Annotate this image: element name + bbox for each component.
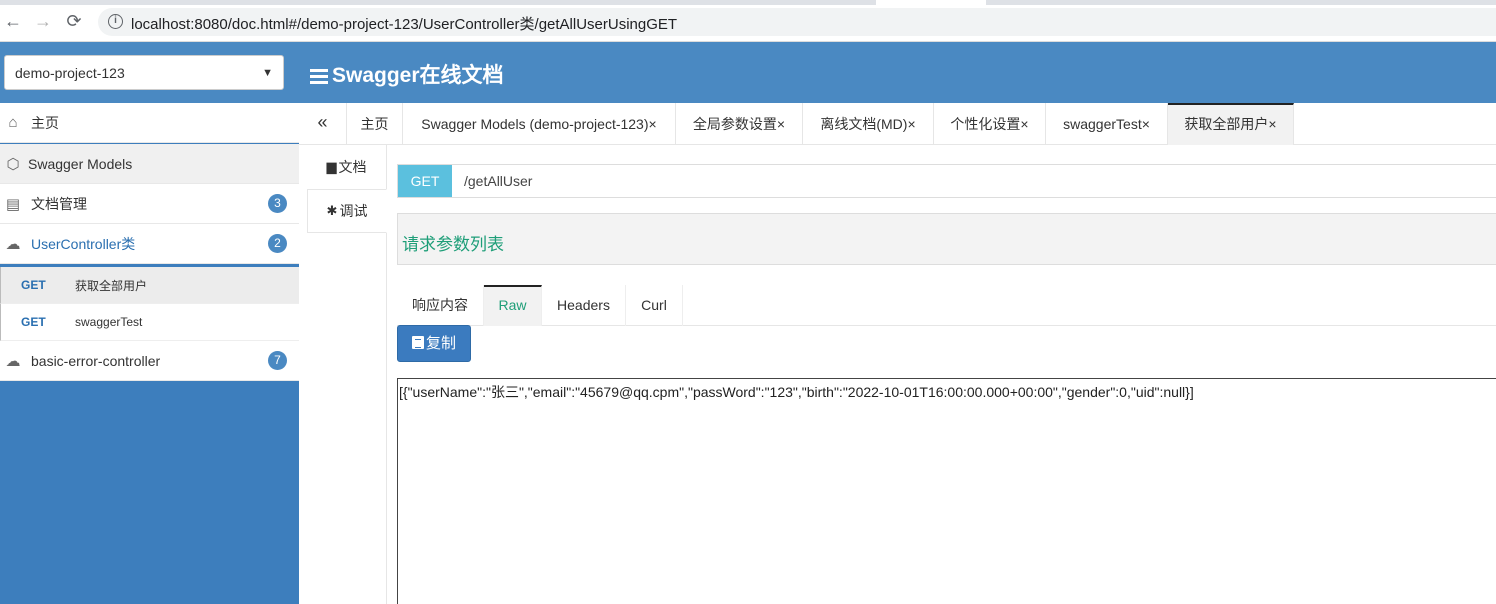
tab-curl[interactable]: Curl xyxy=(626,285,683,326)
bug-icon: ✱ xyxy=(326,203,338,218)
http-method-label: GET xyxy=(21,315,46,329)
count-badge: 2 xyxy=(268,234,287,253)
tab-swagger-models[interactable]: Swagger Models (demo-project-123)× xyxy=(403,103,676,145)
info-icon[interactable]: i xyxy=(108,14,123,29)
sidebar-item-label: Swagger Models xyxy=(28,155,133,172)
url-text[interactable]: localhost:8080/doc.html#/demo-project-12… xyxy=(131,13,677,34)
http-method-badge: GET xyxy=(398,165,452,197)
endpoint-name: swaggerTest xyxy=(75,315,143,329)
tab-response-content[interactable]: 响应内容 xyxy=(397,285,484,326)
document-settings-icon: ▤ xyxy=(5,195,21,213)
tab-headers[interactable]: Headers xyxy=(542,285,626,326)
browser-tabstrip xyxy=(0,0,1496,5)
endpoint-name: 获取全部用户 xyxy=(75,278,148,293)
reload-icon[interactable]: ⟳ xyxy=(63,10,85,32)
http-method-label: GET xyxy=(21,278,46,292)
cube-icon: ⬡ xyxy=(6,155,20,173)
count-badge: 3 xyxy=(268,194,287,213)
chevron-down-icon: ▼ xyxy=(262,66,273,79)
tab-debug-label: 调试 xyxy=(339,203,368,219)
copy-button-label: 复制 xyxy=(425,335,456,352)
cloud-icon: ☁ xyxy=(5,352,21,370)
menu-icon[interactable] xyxy=(310,66,328,87)
tab-document-label: 文档 xyxy=(338,159,367,175)
browser-active-tab[interactable] xyxy=(876,0,986,5)
browser-toolbar: ← → ⟳ i localhost:8080/doc.html#/demo-pr… xyxy=(0,0,1496,42)
tab-personalization[interactable]: 个性化设置× xyxy=(934,103,1046,145)
response-tabs: 响应内容 Raw Headers Curl xyxy=(397,285,1496,326)
tab-debug[interactable]: ✱ 调试 xyxy=(307,189,387,233)
cloud-icon: ☁ xyxy=(5,235,21,253)
project-select-value: demo-project-123 xyxy=(15,64,125,81)
tab-bar: « 主页 Swagger Models (demo-project-123)× … xyxy=(299,103,1496,145)
tab-global-params[interactable]: 全局参数设置× xyxy=(676,103,803,145)
back-arrow-icon[interactable]: ← xyxy=(2,10,24,32)
sidebar-item-label: 文档管理 xyxy=(31,195,87,212)
request-url-row: GET /getAllUser xyxy=(397,164,1496,198)
sidebar-item-document-management[interactable]: ▤ 文档管理 3 xyxy=(0,184,299,224)
raw-response-textarea[interactable]: [{"userName":"张三","email":"45679@qq.cpm"… xyxy=(397,378,1496,604)
sidebar-item-label: basic-error-controller xyxy=(31,352,161,369)
forward-arrow-icon[interactable]: → xyxy=(32,10,54,32)
tab-offline-docs[interactable]: 离线文档(MD)× xyxy=(803,103,934,145)
app-title-text: Swagger在线文档 xyxy=(332,64,504,87)
sidebar-item-basic-error-controller[interactable]: ☁ basic-error-controller 7 xyxy=(0,341,299,381)
request-params-title: 请求参数列表 xyxy=(402,235,504,254)
copy-icon xyxy=(411,336,424,349)
app-header: demo-project-123 ▼ Swagger在线文档 xyxy=(0,42,1496,103)
count-badge: 7 xyxy=(268,351,287,370)
tab-raw[interactable]: Raw xyxy=(484,285,542,326)
sidebar-item-home[interactable]: ⌂ 主页 xyxy=(0,103,299,143)
address-bar[interactable]: i localhost:8080/doc.html#/demo-project-… xyxy=(98,8,1496,36)
collapse-tabs-icon[interactable]: « xyxy=(299,103,347,145)
sidebar-item-usercontroller[interactable]: ☁ UserController类 2 xyxy=(0,224,299,264)
request-params-panel[interactable]: 请求参数列表 xyxy=(397,213,1496,265)
vertical-tabs: ▆ 文档 ✱ 调试 xyxy=(299,145,387,604)
page-title: Swagger在线文档 xyxy=(310,59,504,89)
tab-document[interactable]: ▆ 文档 xyxy=(307,145,386,189)
document-icon: ▆ xyxy=(326,159,337,174)
tab-home[interactable]: 主页 xyxy=(347,103,403,145)
home-icon: ⌂ xyxy=(8,114,18,131)
project-select[interactable]: demo-project-123 ▼ xyxy=(4,55,284,90)
sidebar-subitem-swagger-test[interactable]: GET swaggerTest xyxy=(0,304,299,341)
sidebar-item-label: 主页 xyxy=(31,114,59,131)
tab-get-all-users[interactable]: 获取全部用户× xyxy=(1168,103,1294,145)
sidebar-item-label: UserController类 xyxy=(31,235,136,252)
request-path-input[interactable]: /getAllUser xyxy=(464,173,532,189)
sidebar-item-swagger-models[interactable]: ⬡ Swagger Models xyxy=(0,144,299,184)
sidebar-subitem-get-all-users[interactable]: GET 获取全部用户 xyxy=(0,267,299,304)
copy-button[interactable]: 复制 xyxy=(397,325,471,362)
tab-swagger-test[interactable]: swaggerTest× xyxy=(1046,103,1168,145)
